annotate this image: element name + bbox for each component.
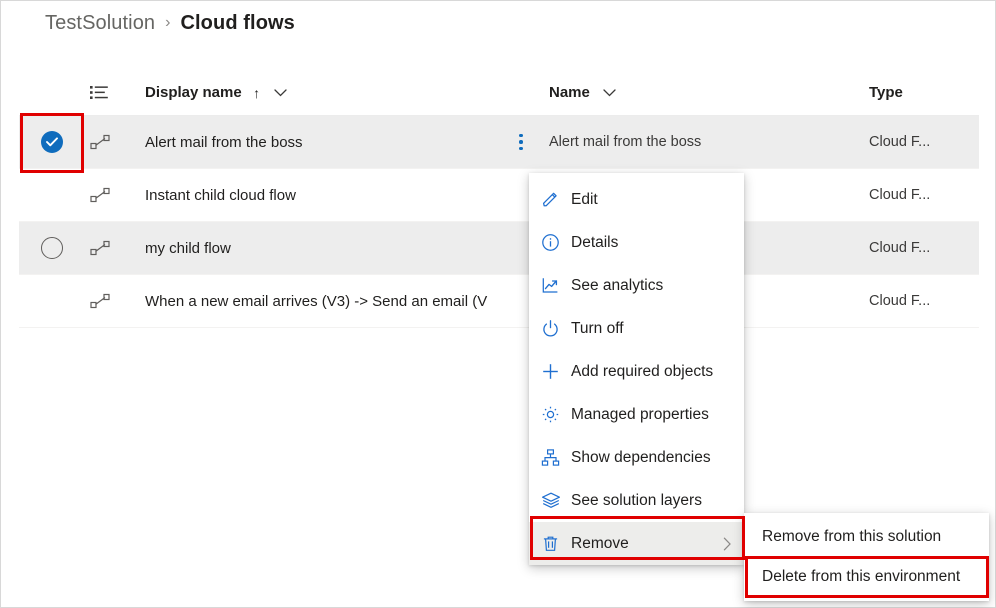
row-type: Cloud F... [869,187,979,203]
sort-ascending-icon: ↑ [253,85,260,101]
row-display-name: my child flow [129,240,503,257]
row-more-actions-button[interactable] [503,134,539,151]
menu-item-label: See solution layers [571,492,744,510]
row-name: Alert mail from the boss [539,134,869,150]
gear-icon [541,405,571,424]
hierarchy-icon [541,448,571,467]
row-display-name: Instant child cloud flow [129,187,503,204]
header-display-name-label: Display name [145,84,242,101]
menu-item-label: Edit [571,191,744,209]
menu-item-managed-properties[interactable]: Managed properties [529,393,744,436]
chevron-right-icon [723,537,744,551]
table-row[interactable]: Instant child cloud flow Cloud F... [19,169,979,222]
table-row[interactable]: my child flow Cloud F... [19,222,979,275]
menu-item-see-solution-layers[interactable]: See solution layers [529,479,744,522]
header-name-label: Name [549,84,590,101]
row-checkbox[interactable] [19,131,85,153]
header-type-label: Type [869,84,903,101]
cloud-flow-icon [90,187,111,204]
menu-item-label: Managed properties [571,406,744,424]
row-type: Cloud F... [869,293,979,309]
row-type: Cloud F... [869,240,979,256]
app-page: TestSolution › Cloud flows Display name … [0,0,996,608]
row-display-name: When a new email arrives (V3) -> Send an… [129,293,503,310]
cloud-flows-grid: Display name ↑ Name Type [19,71,979,328]
submenu-item-remove-from-solution[interactable]: Remove from this solution [744,517,989,557]
header-type[interactable]: Type [869,84,979,102]
menu-item-see-analytics[interactable]: See analytics [529,264,744,307]
menu-item-details[interactable]: Details [529,221,744,264]
plus-icon [541,362,571,381]
checkbox-unchecked-icon [41,237,63,259]
menu-item-remove[interactable]: Remove [529,522,744,565]
power-icon [541,319,571,338]
header-display-name[interactable]: Display name ↑ [129,84,503,102]
ellipsis-vertical-icon [519,134,523,151]
row-type-icon-cell [85,134,129,151]
menu-item-show-dependencies[interactable]: Show dependencies [529,436,744,479]
chevron-down-icon[interactable] [274,89,287,97]
row-type-icon-cell [85,293,129,310]
cloud-flow-icon [90,240,111,257]
breadcrumb: TestSolution › Cloud flows [45,12,295,35]
grid-header-row: Display name ↑ Name Type [19,71,979,116]
table-row[interactable]: When a new email arrives (V3) -> Send an… [19,275,979,328]
menu-item-label: Turn off [571,320,744,338]
trash-icon [541,534,571,553]
header-name[interactable]: Name [539,84,869,102]
menu-item-label: See analytics [571,277,744,295]
checkbox-checked-icon [41,131,63,153]
chevron-down-icon[interactable] [603,89,616,97]
menu-item-add-required-objects[interactable]: Add required objects [529,350,744,393]
pencil-icon [541,190,571,209]
row-checkbox[interactable] [19,237,85,259]
page-title: Cloud flows [180,12,294,35]
menu-item-turn-off[interactable]: Turn off [529,307,744,350]
row-type: Cloud F... [869,134,979,150]
cloud-flow-icon [90,134,111,151]
list-view-icon [90,85,109,102]
menu-item-label: Remove [571,535,723,553]
submenu-item-delete-from-environment[interactable]: Delete from this environment [744,557,989,597]
row-display-name: Alert mail from the boss [129,134,503,151]
info-circle-icon [541,233,571,252]
header-view-switch-cell[interactable] [85,85,129,102]
remove-submenu: Remove from this solution Delete from th… [744,513,989,601]
menu-item-label: Details [571,234,744,252]
table-row[interactable]: Alert mail from the boss Alert mail from… [19,116,979,169]
menu-item-edit[interactable]: Edit [529,178,744,221]
cloud-flow-icon [90,293,111,310]
breadcrumb-separator-icon: › [165,15,170,31]
layers-icon [541,491,571,510]
row-context-menu: Edit Details See analytics [529,173,744,565]
menu-item-label: Add required objects [571,363,744,381]
row-type-icon-cell [85,240,129,257]
line-chart-icon [541,276,571,295]
row-type-icon-cell [85,187,129,204]
breadcrumb-parent-link[interactable]: TestSolution [45,12,155,35]
menu-item-label: Show dependencies [571,449,744,467]
